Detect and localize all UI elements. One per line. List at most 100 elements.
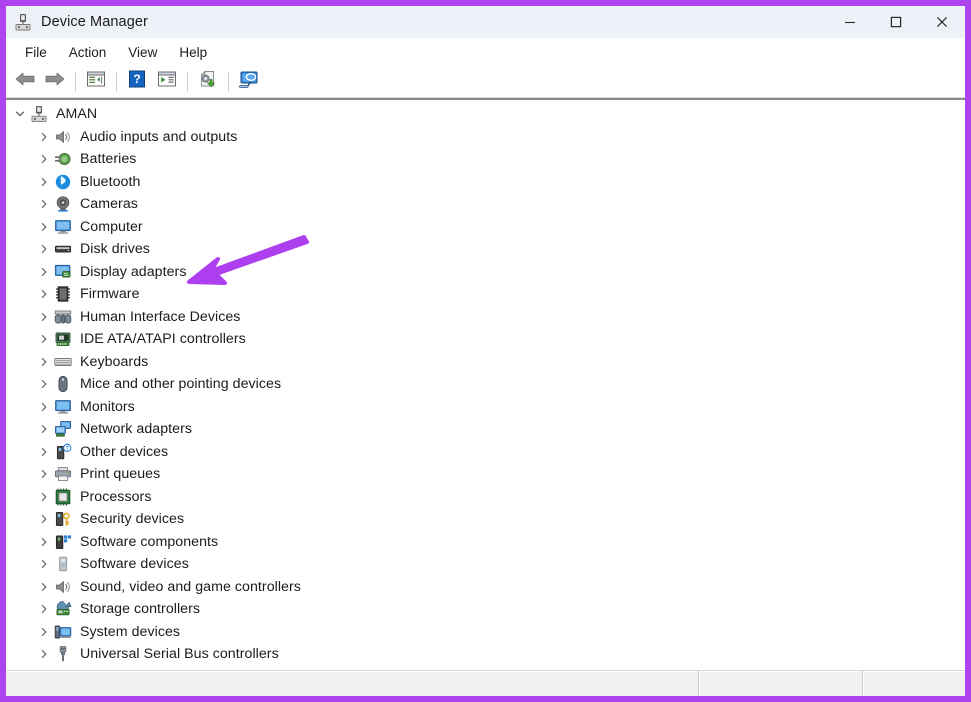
tree-item-label: Software components	[80, 533, 219, 550]
tree-item-sound-video-and-game-controllers[interactable]: Sound, video and game controllers	[6, 576, 965, 599]
tree-item-label: Display adapters	[80, 263, 187, 280]
tree-item-cameras[interactable]: Cameras	[6, 193, 965, 216]
help-question-icon: ?	[128, 70, 146, 93]
tree-item-processors[interactable]: Processors	[6, 486, 965, 509]
chevron-right-icon[interactable]	[36, 582, 52, 592]
tree-item-print-queues[interactable]: Print queues	[6, 463, 965, 486]
tree-item-storage-controllers[interactable]: Storage controllers	[6, 598, 965, 621]
chevron-right-icon[interactable]	[36, 379, 52, 389]
device-tree-view[interactable]: AMAN Audio inputs and outputs Batteries …	[6, 100, 965, 670]
toolbar-separator-4	[228, 71, 229, 92]
chevron-right-icon[interactable]	[36, 627, 52, 637]
tree-item-label: IDE ATA/ATAPI controllers	[80, 331, 246, 348]
tree-item-software-devices[interactable]: Software devices	[6, 553, 965, 576]
chevron-right-icon[interactable]	[36, 132, 52, 142]
tree-item-batteries[interactable]: Batteries	[6, 148, 965, 171]
tree-item-bluetooth[interactable]: Bluetooth	[6, 171, 965, 194]
status-bar-pane-2	[698, 671, 862, 696]
menu-action[interactable]: Action	[58, 42, 118, 63]
tree-item-system-devices[interactable]: System devices	[6, 621, 965, 644]
tree-item-ide-ata-atapi-controllers[interactable]: IDE ATA/ATAPI controllers	[6, 328, 965, 351]
device-manager-window: Device Manager File Action View Help ? A…	[0, 0, 971, 702]
display-adapter-icon	[54, 263, 72, 281]
chevron-right-icon[interactable]	[36, 244, 52, 254]
tree-item-label: Bluetooth	[80, 173, 141, 190]
chevron-right-icon[interactable]	[36, 514, 52, 524]
software-component-icon	[54, 533, 72, 551]
tree-item-software-components[interactable]: Software components	[6, 531, 965, 554]
window-controls	[827, 6, 965, 38]
scan-for-hardware-changes-button[interactable]	[234, 68, 264, 96]
toolbar: ?	[6, 66, 965, 98]
status-bar	[6, 670, 965, 696]
chevron-right-icon[interactable]	[36, 312, 52, 322]
tree-item-label: Universal Serial Bus controllers	[80, 646, 279, 663]
chevron-right-icon[interactable]	[36, 334, 52, 344]
chevron-right-icon[interactable]	[36, 424, 52, 434]
show-hide-console-tree-button[interactable]	[81, 68, 111, 96]
tree-item-keyboards[interactable]: Keyboards	[6, 351, 965, 374]
back-arrow-icon	[14, 70, 36, 93]
chevron-right-icon[interactable]	[36, 357, 52, 367]
menu-view[interactable]: View	[117, 42, 168, 63]
properties-button[interactable]	[152, 68, 182, 96]
tree-item-label: Software devices	[80, 556, 189, 573]
chevron-right-icon[interactable]	[36, 559, 52, 569]
tree-item-disk-drives[interactable]: Disk drives	[6, 238, 965, 261]
tree-item-firmware[interactable]: Firmware	[6, 283, 965, 306]
chevron-down-icon[interactable]	[12, 109, 28, 119]
tree-item-universal-serial-bus-controllers[interactable]: Universal Serial Bus controllers	[6, 643, 965, 666]
tree-item-audio-inputs-and-outputs[interactable]: Audio inputs and outputs	[6, 126, 965, 149]
chevron-right-icon[interactable]	[36, 604, 52, 614]
tree-item-label: Cameras	[80, 196, 138, 213]
chevron-right-icon[interactable]	[36, 402, 52, 412]
usb-icon	[54, 645, 72, 663]
storage-controller-icon	[54, 600, 72, 618]
chevron-right-icon[interactable]	[36, 177, 52, 187]
back-button[interactable]	[10, 68, 40, 96]
tree-item-label: Computer	[80, 218, 143, 235]
chevron-right-icon[interactable]	[36, 289, 52, 299]
tree-item-label: Other devices	[80, 443, 169, 460]
chevron-right-icon[interactable]	[36, 222, 52, 232]
toolbar-separator-2	[116, 71, 117, 92]
update-driver-button[interactable]	[193, 68, 223, 96]
status-bar-text-1	[6, 671, 698, 679]
chevron-right-icon[interactable]	[36, 469, 52, 479]
tree-item-label: Print queues	[80, 466, 161, 483]
tree-item-label: Network adapters	[80, 421, 192, 438]
chevron-right-icon[interactable]	[36, 447, 52, 457]
forward-button[interactable]	[40, 68, 70, 96]
tree-item-label: Keyboards	[80, 353, 149, 370]
console-tree-icon	[86, 70, 106, 93]
monitor-icon	[54, 398, 72, 416]
tree-item-security-devices[interactable]: Security devices	[6, 508, 965, 531]
minimize-button[interactable]	[827, 6, 873, 38]
chevron-right-icon[interactable]	[36, 649, 52, 659]
speaker-icon	[54, 128, 72, 146]
speaker-icon	[54, 578, 72, 596]
menu-file[interactable]: File	[14, 42, 58, 63]
chevron-right-icon[interactable]	[36, 492, 52, 502]
monitor-icon	[54, 218, 72, 236]
tree-root-aman[interactable]: AMAN	[6, 103, 965, 126]
maximize-button[interactable]	[873, 6, 919, 38]
tree-item-mice-and-other-pointing-devices[interactable]: Mice and other pointing devices	[6, 373, 965, 396]
close-button[interactable]	[919, 6, 965, 38]
chevron-right-icon[interactable]	[36, 267, 52, 277]
chevron-right-icon[interactable]	[36, 199, 52, 209]
tree-item-other-devices[interactable]: ? Other devices	[6, 441, 965, 464]
printer-icon	[54, 465, 72, 483]
security-key-icon	[54, 510, 72, 528]
status-bar-pane-1	[6, 671, 698, 696]
tree-item-display-adapters[interactable]: Display adapters	[6, 261, 965, 284]
tree-item-network-adapters[interactable]: Network adapters	[6, 418, 965, 441]
chevron-right-icon[interactable]	[36, 154, 52, 164]
tree-item-human-interface-devices[interactable]: Human Interface Devices	[6, 306, 965, 329]
tree-item-computer[interactable]: Computer	[6, 216, 965, 239]
help-button[interactable]: ?	[122, 68, 152, 96]
menu-help[interactable]: Help	[168, 42, 218, 63]
ide-controller-icon	[54, 330, 72, 348]
chevron-right-icon[interactable]	[36, 537, 52, 547]
tree-item-monitors[interactable]: Monitors	[6, 396, 965, 419]
